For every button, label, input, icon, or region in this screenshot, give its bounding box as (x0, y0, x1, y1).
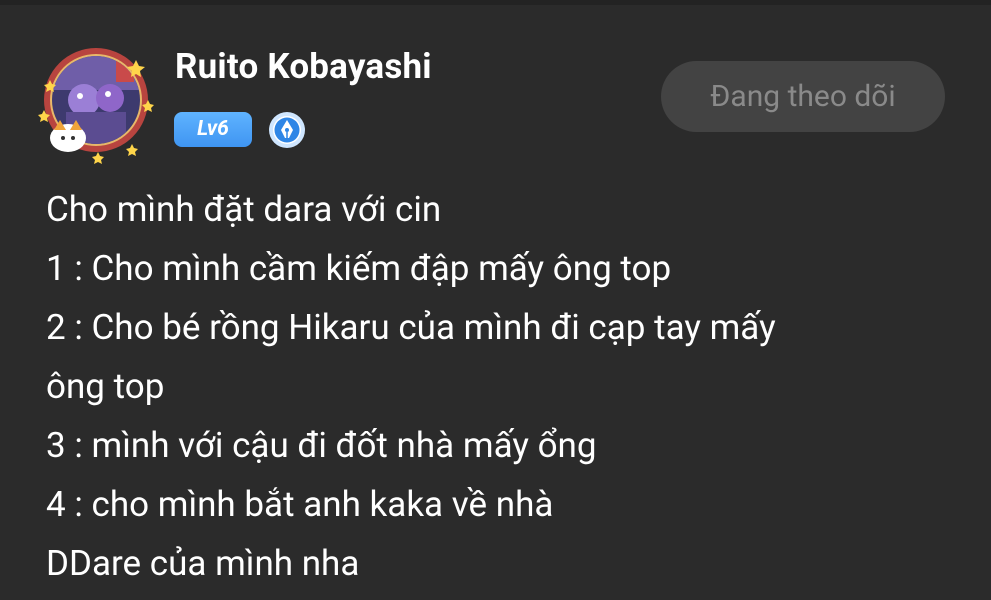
post-line: Cho mình đặt dara với cin (46, 189, 442, 230)
post-line: 4 : cho mình bắt anh kaka về nhà (46, 484, 554, 525)
anime-character-avatar-icon (38, 48, 154, 164)
user-avatar[interactable] (36, 40, 160, 164)
level-badge: Lv6 (174, 112, 252, 147)
post-content: Cho mình đặt dara với cin 1 : Cho mình c… (46, 180, 946, 593)
post-line: 1 : Cho mình cầm kiếm đập mấy ông top (46, 248, 672, 289)
following-button[interactable]: Đang theo dõi (661, 61, 945, 132)
post-line: 3 : mình với cậu đi đốt nhà mấy ổng (46, 425, 597, 466)
post-line: ông top (46, 366, 165, 407)
post-line: DDare của mình nha (46, 543, 360, 584)
post-line: 2 : Cho bé rồng Hikaru của mình đi cạp t… (46, 307, 776, 348)
username[interactable]: Ruito Kobayashi (175, 46, 432, 87)
top-divider (0, 0, 991, 5)
fountain-pen-icon (268, 111, 306, 149)
